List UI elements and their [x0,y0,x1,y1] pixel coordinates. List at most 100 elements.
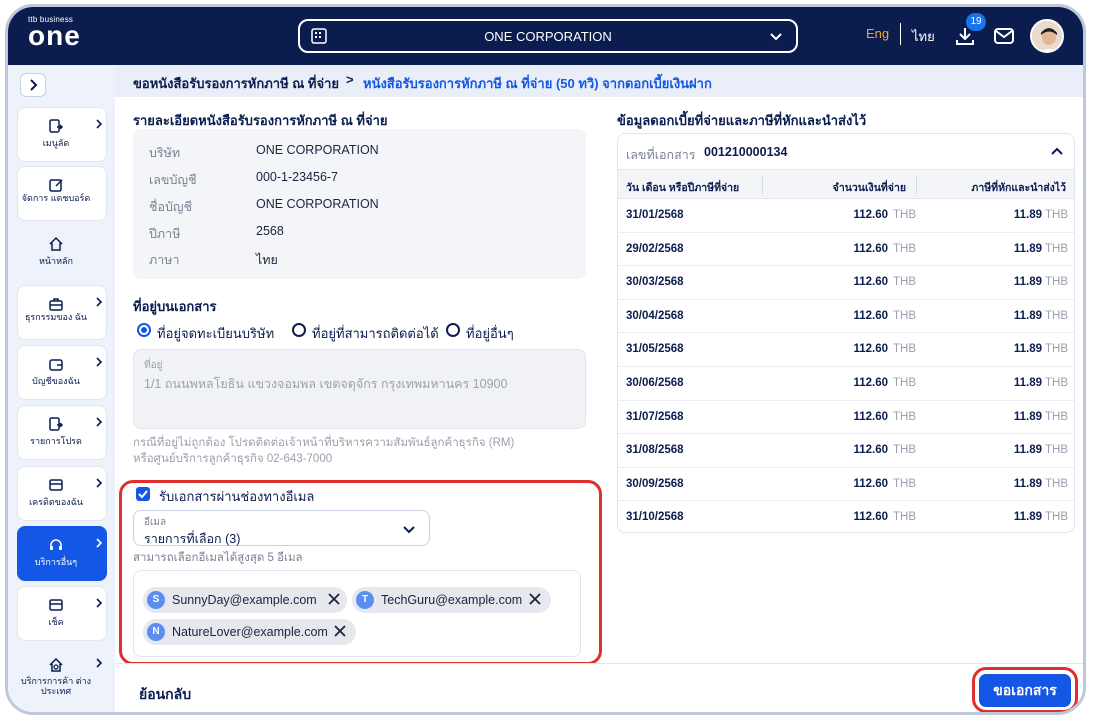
chevron-right-icon [96,658,103,668]
sidebar-item-international-trade[interactable]: บริการการค้า ต่างประเทศ [17,646,107,706]
brand-name: one [28,20,81,51]
detail-value: ไทย [256,253,278,267]
cell-tax-currency: THB [1045,343,1068,356]
chevron-right-icon [96,357,103,367]
shortcut-icon [49,119,64,133]
email-checkbox[interactable] [136,487,150,501]
credit-card-icon [49,479,63,491]
email-select[interactable]: อีเมล รายการที่เลือก (3) [133,510,430,546]
email-hint: สามารถเลือกอีเมลได้สูงสุด 5 อีเมล [133,552,303,564]
radio-label: ที่อยู่อื่นๆ [466,326,514,341]
sidebar-item-cheque[interactable]: เช็ค [17,586,107,641]
lang-divider [900,23,901,45]
brand-logo[interactable]: ttb business one [28,15,81,50]
home-icon [49,236,63,251]
lang-eng[interactable]: Eng [866,26,889,41]
email-chip: T TechGuru@example.com [352,587,551,613]
chevron-right-icon [96,297,103,307]
chip-avatar: T [356,591,374,609]
cell-amount-currency: THB [893,477,916,490]
cell-tax-currency: THB [1045,242,1068,255]
chevron-right-icon [96,119,103,129]
sidebar-item-dashboard[interactable]: จัดการ แดชบอร์ด [17,166,107,221]
sidebar-item-home[interactable]: หน้าหลัก [17,225,107,280]
radio-dot [137,323,151,337]
avatar-image [1032,21,1062,51]
chip-email: SunnyDay@example.com [172,593,317,607]
cell-tax: 11.89 [1013,410,1042,423]
avatar[interactable] [1030,19,1064,53]
lang-thai[interactable]: ไทย [912,26,935,47]
address-field-value: 1/1 ถนนพหลโยธิน แขวงจอมพล เขตจตุจักร กรุ… [144,377,508,391]
cell-tax: 11.89 [1013,377,1042,389]
sidebar-item-favorites[interactable]: รายการโปรด [17,405,107,460]
download-badge: 19 [966,13,986,31]
sidebar-item-my-accounts[interactable]: บัญชีของฉัน [17,345,107,400]
mail-icon[interactable] [993,26,1015,46]
column-header-date: วัน เดือน หรือปีภาษีที่จ่าย [626,182,740,194]
interest-title: ข้อมูลดอกเบี้ยที่จ่ายและภาษีที่หักและนำส… [617,113,867,128]
cell-date: 30/06/2568 [626,377,684,389]
address-field-label: ที่อยู่ [144,360,163,371]
cell-tax-currency: THB [1045,444,1068,457]
detail-value: ONE CORPORATION [256,197,379,211]
sidebar-item-label: บริการอื่นๆ [34,557,78,567]
cell-date: 30/04/2568 [626,309,684,322]
chevron-right-icon [96,478,103,488]
table-row: 31/07/2568 112.60 THB 11.89 THB [618,401,1074,435]
cell-amount-currency: THB [893,511,916,524]
email-chip: N NatureLover@example.com [143,619,356,645]
cheque-icon [49,599,63,611]
sidebar-item-label: หน้าหลัก [38,256,74,266]
chip-email: TechGuru@example.com [381,593,523,607]
cell-date: 30/03/2568 [626,276,684,289]
radio-label: ที่อยู่ที่สามารถติดต่อได้ [312,326,439,341]
sidebar-item-shortcut[interactable]: เมนูลัด [17,107,107,162]
sidebar-expand-button[interactable] [20,73,46,97]
sidebar-item-my-transactions[interactable]: ธุรกรรมของ ฉัน [17,285,107,340]
sidebar-item-other-services[interactable]: บริการอื่นๆ [17,526,107,581]
email-checkbox-label: รับเอกสารผ่านช่องทางอีเมล [159,489,315,504]
cell-amount: 112.60 [853,444,888,457]
detail-value: ONE CORPORATION [256,143,379,157]
cell-amount-currency: THB [893,444,916,457]
wallet-icon [49,359,63,371]
back-button[interactable]: ย้อนกลับ [139,684,191,706]
sidebar-item-label: บัญชีของฉัน [32,376,80,386]
detail-key: ภาษา [149,253,180,267]
cell-tax-currency: THB [1045,309,1068,322]
column-header-tax: ภาษีที่หักและนำส่งไว้ [971,182,1066,194]
breadcrumb-parent[interactable]: ขอหนังสือรับรองการหักภาษี ณ ที่จ่าย [133,73,339,94]
address-title: ที่อยู่บนเอกสาร [133,299,217,314]
cell-tax-currency: THB [1045,410,1068,423]
cell-tax-currency: THB [1045,209,1068,221]
cell-tax: 11.89 [1013,309,1042,322]
document-number-row[interactable]: เลขที่เอกสาร 001210000134 [618,134,1074,169]
detail-key: ชื่อบัญชี [149,200,193,214]
detail-key: เลขบัญชี [149,173,197,187]
table-header: วัน เดือน หรือปีภาษีที่จ่าย จำนวนเงินที่… [618,169,1074,199]
email-chips-box: S SunnyDay@example.com T TechGuru@exampl… [133,570,581,657]
close-icon[interactable] [333,624,347,638]
breadcrumb-current: หนังสือรับรองการหักภาษี ณ ที่จ่าย (50 ทว… [363,76,712,91]
cell-tax: 11.89 [1013,276,1042,289]
sidebar-item-my-credit[interactable]: เครดิตของฉัน [17,466,107,521]
cell-tax-currency: THB [1045,511,1068,524]
sidebar-item-label: บริการการค้า ต่างประเทศ [20,676,92,696]
company-selector[interactable]: ONE CORPORATION [298,19,798,53]
request-document-button[interactable]: ขอเอกสาร [979,674,1071,707]
column-divider [762,176,763,194]
table-row: 31/01/2568 112.60 THB 11.89 THB [618,199,1074,233]
close-icon[interactable] [327,592,341,606]
cell-amount-currency: THB [893,309,916,322]
close-icon[interactable] [528,592,542,606]
chevron-up-icon[interactable] [1050,145,1064,157]
table-row: 30/04/2568 112.60 THB 11.89 THB [618,300,1074,334]
detail-value: 000-1-23456-7 [256,170,339,184]
radio-dot [446,323,460,337]
sidebar-item-label: รายการโปรด [30,436,82,446]
chevron-down-icon [770,33,782,41]
breadcrumb-separator: > [346,72,354,87]
chevron-right-icon [96,538,103,548]
cell-tax-currency: THB [1045,477,1068,490]
